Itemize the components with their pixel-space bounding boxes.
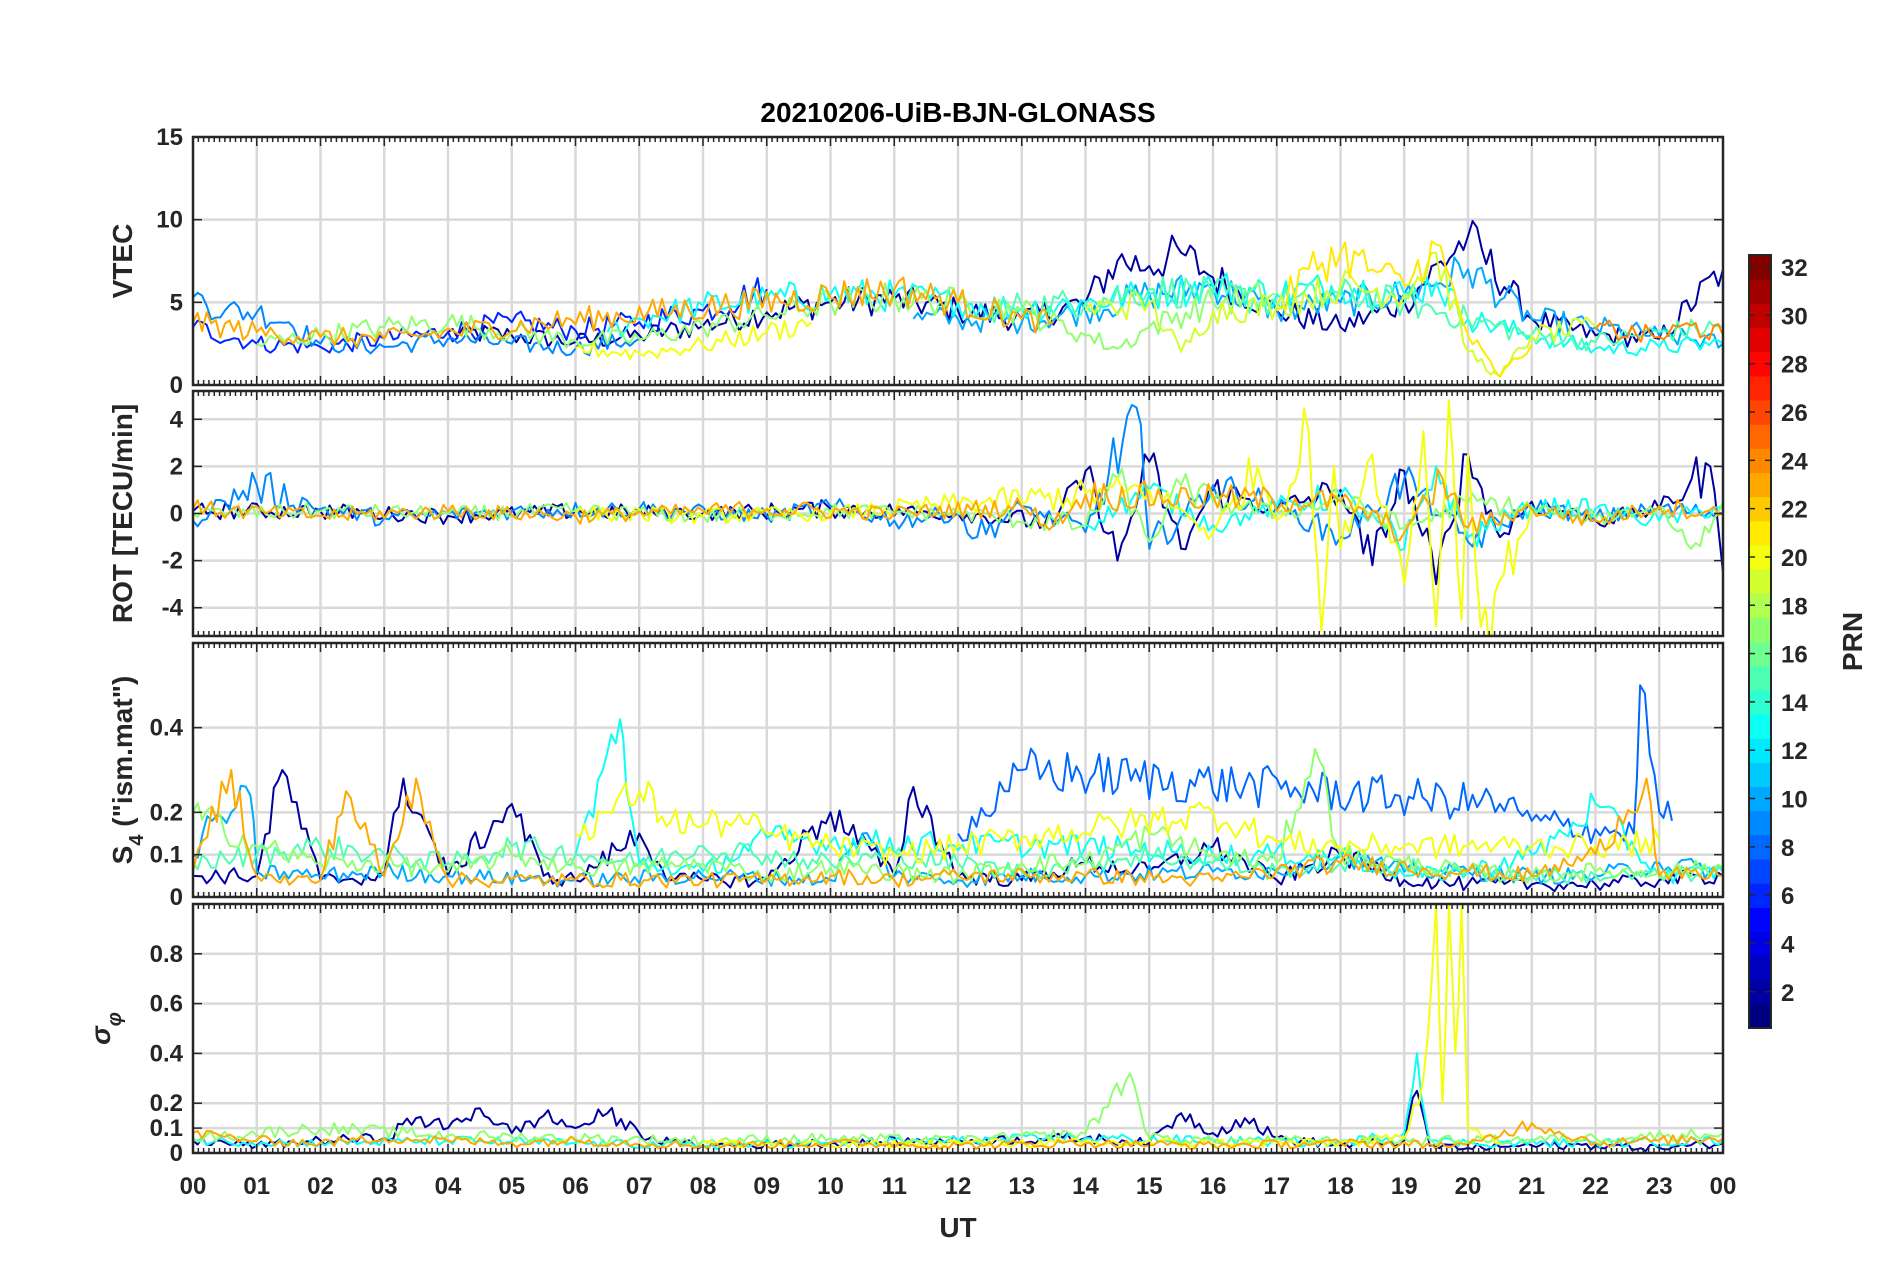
colorbar-segment [1749, 617, 1771, 643]
x-tick-label: 06 [562, 1173, 589, 1200]
chart-title: 20210206-UiB-BJN-GLONASS [760, 97, 1155, 128]
colorbar-tick-label: 18 [1781, 593, 1808, 620]
y-tick-label: 0.6 [150, 991, 183, 1018]
colorbar-tick-label: 24 [1781, 448, 1808, 475]
colorbar-tick-label: 32 [1781, 255, 1808, 282]
x-tick-label: 20 [1455, 1173, 1482, 1200]
x-tick-label: 02 [307, 1173, 334, 1200]
colorbar-segment [1749, 375, 1771, 401]
panel-1-ylabel: VTEC [107, 224, 138, 299]
colorbar-tick-label: 12 [1781, 738, 1808, 765]
x-tick-label: 15 [1136, 1173, 1163, 1200]
y-tick-label: 0.1 [150, 1115, 183, 1142]
y-tick-label: 0.4 [150, 1040, 184, 1067]
x-tick-label: 19 [1391, 1173, 1418, 1200]
colorbar-segment [1749, 907, 1771, 932]
y-tick-label: 15 [156, 124, 183, 151]
x-tick-label: 17 [1263, 1173, 1290, 1200]
x-tick-label: 01 [243, 1173, 270, 1200]
colorbar-tick-label: 10 [1781, 787, 1808, 814]
y-tick-label: 0 [170, 372, 183, 399]
x-tick-label: 04 [435, 1173, 462, 1200]
x-tick-label: 12 [945, 1173, 972, 1200]
y-tick-label: 0.8 [150, 941, 183, 968]
y-tick-label: 0.2 [150, 799, 183, 826]
x-axis-label: UT [939, 1212, 976, 1243]
x-tick-label: 16 [1200, 1173, 1227, 1200]
y-tick-label: 0.4 [150, 715, 184, 742]
colorbar-segment [1749, 520, 1771, 546]
colorbar-segment [1749, 279, 1771, 304]
x-tick-label: 14 [1072, 1173, 1099, 1200]
x-tick-label: 07 [626, 1173, 653, 1200]
x-tick-label: 05 [498, 1173, 525, 1200]
y-tick-label: 0.2 [150, 1090, 183, 1117]
colorbar-segment [1749, 713, 1771, 739]
x-tick-label: 23 [1646, 1173, 1673, 1200]
x-tick-label: 00 [1710, 1173, 1737, 1200]
colorbar-tick-label: 4 [1781, 931, 1795, 958]
colorbar-segment [1749, 1003, 1771, 1029]
x-tick-label: 03 [371, 1173, 398, 1200]
colorbar-tick-label: 14 [1781, 690, 1808, 717]
panel-2-ylabel: ROT [TECU/min] [107, 404, 138, 623]
x-tick-label: 10 [817, 1173, 844, 1200]
colorbar-segment [1749, 472, 1771, 498]
colorbar-segment [1749, 762, 1771, 788]
colorbar-tick-label: 22 [1781, 497, 1808, 524]
x-tick-label: 13 [1008, 1173, 1035, 1200]
colorbar-tick-label: 16 [1781, 642, 1808, 669]
y-tick-label: 4 [170, 406, 184, 433]
x-tick-label: 11 [882, 1173, 907, 1200]
colorbar-tick-label: 26 [1781, 400, 1808, 427]
y-tick-label: 0 [170, 501, 183, 528]
colorbar-segment [1749, 424, 1771, 449]
colorbar-tick-label: 2 [1781, 980, 1794, 1007]
colorbar-tick-label: 30 [1781, 303, 1808, 330]
y-tick-label: -4 [162, 595, 184, 622]
colorbar-segment [1749, 327, 1771, 353]
x-tick-label: 09 [753, 1173, 780, 1200]
y-tick-label: 2 [170, 453, 183, 480]
colorbar-segment [1749, 858, 1771, 884]
colorbar-segment [1749, 955, 1771, 981]
y-tick-label: 0 [170, 884, 183, 911]
colorbar-tick-label: 28 [1781, 352, 1808, 379]
x-tick-label: 21 [1518, 1173, 1545, 1200]
colorbar-segment [1749, 569, 1771, 594]
colorbar-segment [1749, 810, 1771, 836]
x-tick-label: 18 [1327, 1173, 1354, 1200]
figure: 20210206-UiB-BJN-GLONASS 051015VTEC-4-20… [0, 0, 1902, 1272]
y-tick-label: 10 [156, 207, 183, 234]
x-tick-label: 22 [1582, 1173, 1609, 1200]
colorbar-tick-label: 6 [1781, 883, 1794, 910]
colorbar-label: PRN [1837, 612, 1868, 671]
y-tick-label: 0.1 [150, 842, 183, 869]
x-tick-label: 08 [690, 1173, 717, 1200]
colorbar-tick-label: 8 [1781, 835, 1794, 862]
colorbar-tick-label: 20 [1781, 545, 1808, 572]
colorbar-segment [1749, 665, 1771, 691]
y-tick-label: -2 [162, 548, 183, 575]
y-tick-label: 0 [170, 1140, 183, 1167]
y-tick-label: 5 [170, 289, 183, 316]
x-tick-label: 00 [180, 1173, 207, 1200]
